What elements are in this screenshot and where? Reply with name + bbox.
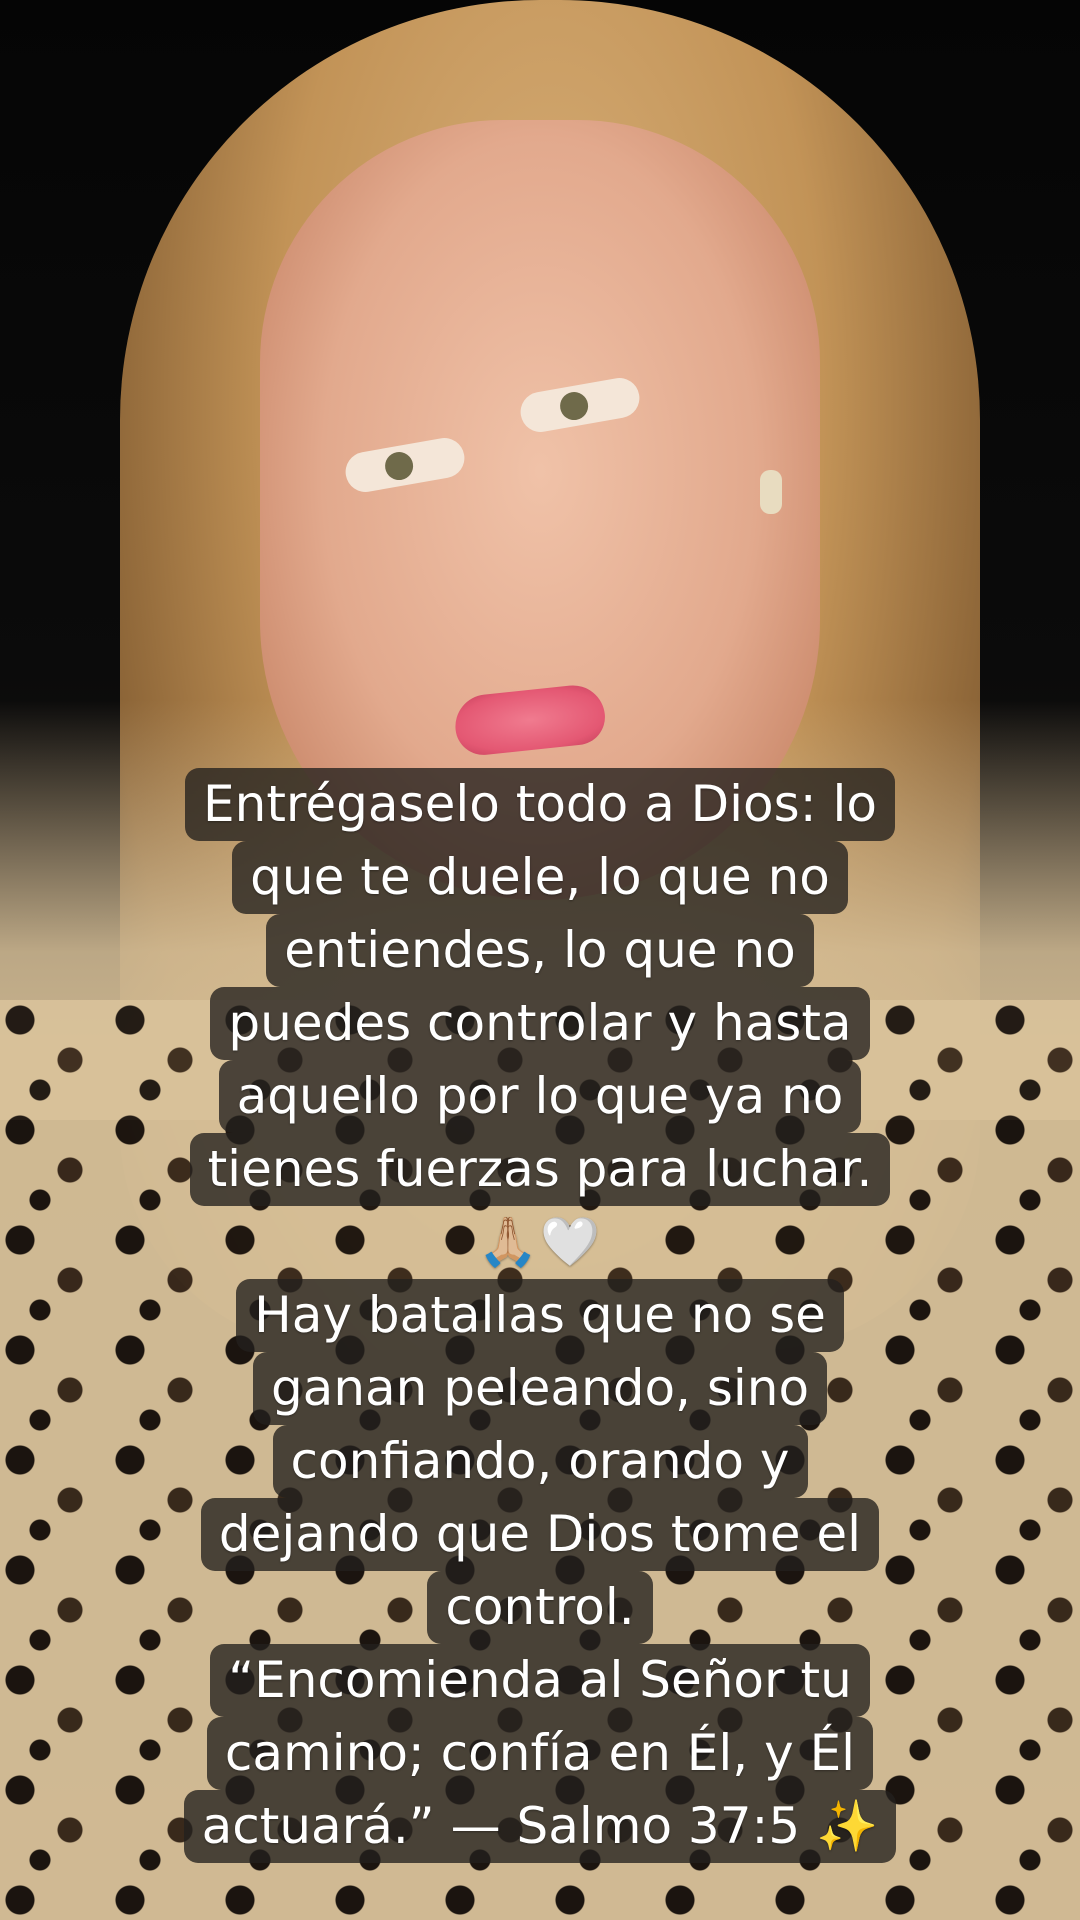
caption-line: Entrégaselo todo a Dios: lo (185, 768, 895, 841)
caption-line: aquello por lo que ya no (218, 1060, 862, 1133)
caption-quote-line: actuará.” — Salmo 37:5 ✨ (183, 1790, 897, 1863)
video-frame[interactable]: Entrégaselo todo a Dios: lo que te duele… (0, 0, 1080, 1920)
background-earring (760, 470, 782, 514)
caption-quote-line: “Encomienda al Señor tu (210, 1644, 870, 1717)
caption-line: ganan peleando, sino (252, 1352, 828, 1425)
caption-line: dejando que Dios tome el (200, 1498, 880, 1571)
caption-line: tienes fuerzas para luchar. (189, 1133, 891, 1206)
caption-line: entiendes, lo que no (266, 914, 814, 987)
caption-line: control. (427, 1571, 653, 1644)
caption-line: que te duele, lo que no (232, 841, 848, 914)
caption-line: Hay batallas que no se (236, 1279, 844, 1352)
caption-line: confiando, orando y (272, 1425, 808, 1498)
caption-overlay: Entrégaselo todo a Dios: lo que te duele… (130, 768, 950, 1863)
caption-line: puedes controlar y hasta (210, 987, 870, 1060)
caption-quote-line: camino; confía en Él, y Él (206, 1717, 874, 1790)
caption-emoji-line: 🙏🏼🤍 (478, 1214, 602, 1270)
